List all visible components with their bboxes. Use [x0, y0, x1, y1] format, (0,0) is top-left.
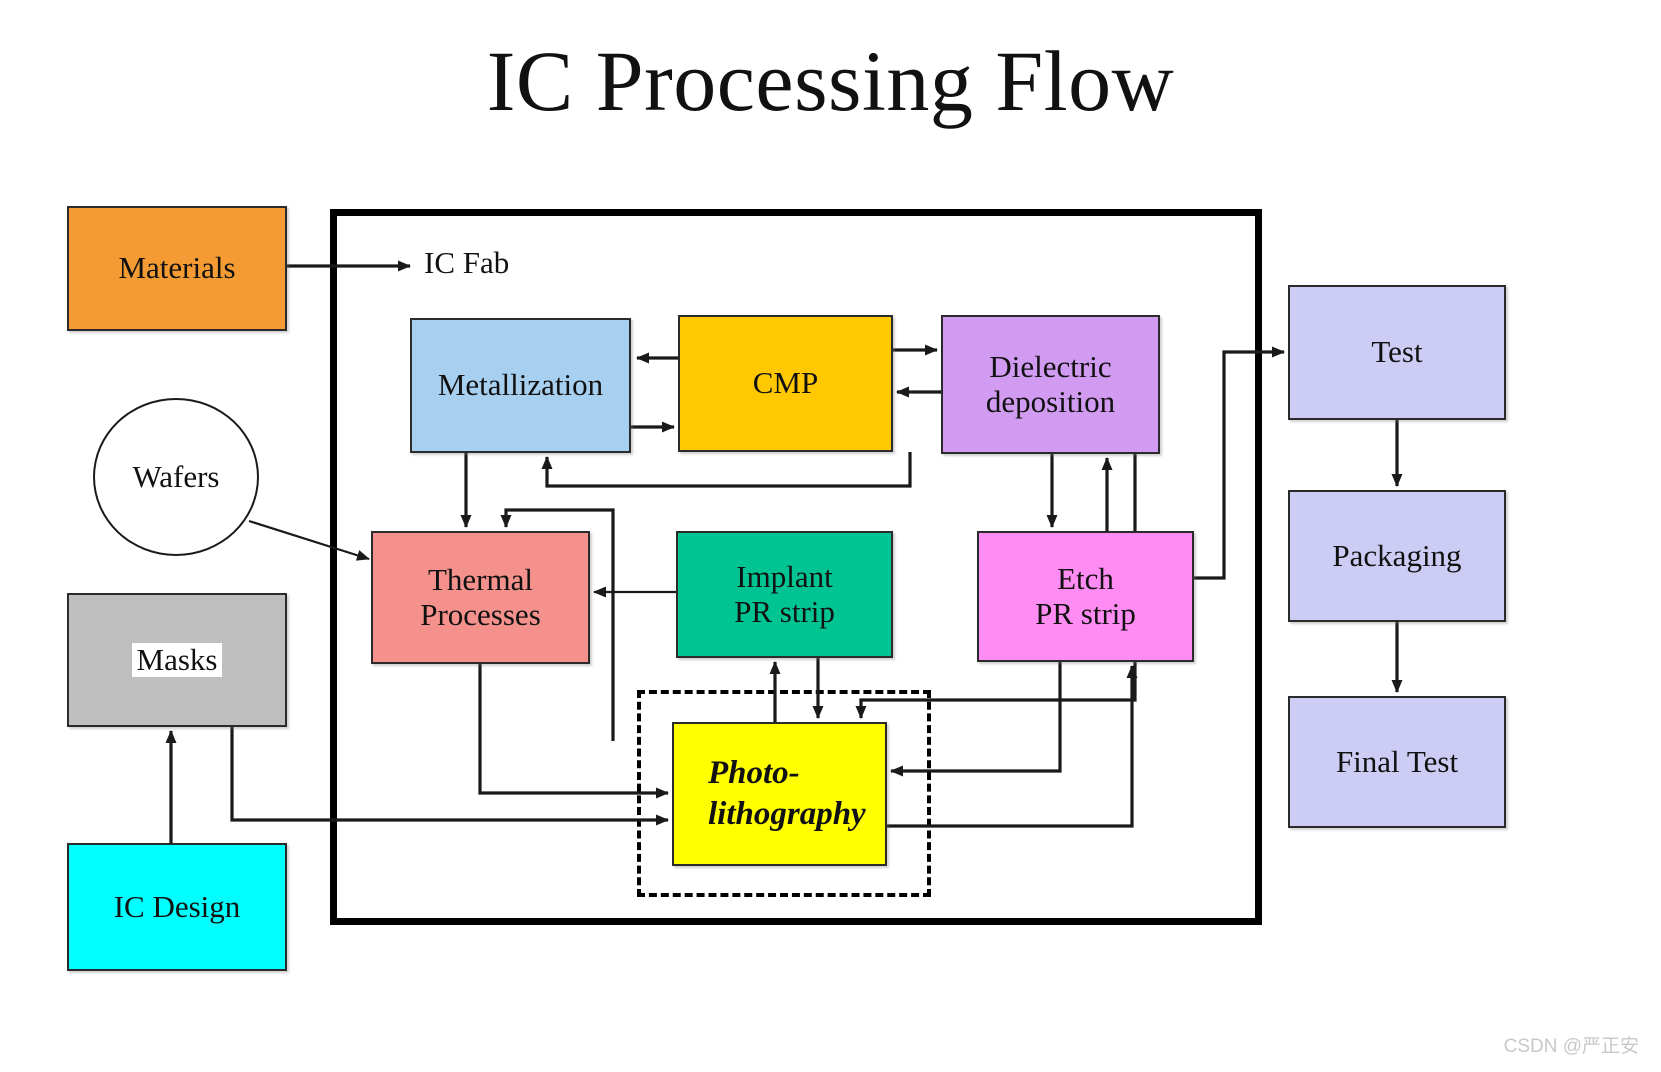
node-line: Thermal	[427, 561, 533, 597]
node-line: PR strip	[1035, 595, 1136, 631]
node-line: CMP	[752, 365, 819, 401]
node-test[interactable]: Test	[1288, 285, 1506, 420]
node-cmp[interactable]: CMP	[678, 315, 893, 452]
ic-fab-label: IC Fab	[424, 245, 510, 280]
node-line: lithography	[708, 796, 866, 832]
node-line: Processes	[420, 596, 541, 632]
node-label-photolithography: Photo-lithography	[690, 753, 885, 836]
node-thermal[interactable]: Thermal Processes	[371, 531, 590, 664]
node-line: Masks	[136, 641, 218, 677]
node-line: Wafers	[132, 459, 220, 494]
node-label-ic-design: IC Design	[113, 888, 241, 925]
node-dielectric[interactable]: Dielectric deposition	[941, 315, 1160, 454]
node-label-final-test: Final Test	[1335, 743, 1459, 780]
node-label-test: Test	[1371, 334, 1423, 370]
node-ic-design[interactable]: IC Design	[67, 843, 287, 971]
page-title: IC Processing Flow	[486, 33, 1175, 129]
node-wafers[interactable]: Wafers	[93, 398, 259, 556]
node-photolithography[interactable]: Photo-lithography	[672, 722, 887, 866]
node-label-packaging: Packaging	[1332, 537, 1462, 574]
watermark: CSDN @严正安	[1503, 1036, 1639, 1057]
node-line: IC Design	[113, 888, 241, 924]
node-line: Photo-	[708, 754, 800, 791]
node-line: Etch	[1057, 560, 1114, 596]
diagram-canvas: IC Processing Flow IC Fab Materials Wafe…	[0, 0, 1661, 1072]
node-etch[interactable]: Etch PR strip	[977, 531, 1194, 662]
node-metallization[interactable]: Metallization	[410, 318, 631, 453]
node-line: Final Test	[1335, 743, 1459, 779]
node-line: deposition	[985, 383, 1116, 419]
node-line: Packaging	[1332, 537, 1462, 573]
node-packaging[interactable]: Packaging	[1288, 490, 1506, 622]
node-line: Metallization	[437, 367, 604, 403]
node-line: Test	[1371, 334, 1423, 370]
node-label-dielectric: Dielectric deposition	[985, 348, 1116, 419]
node-line: Implant	[736, 558, 833, 594]
node-line: Materials	[118, 250, 236, 286]
node-label-etch: Etch PR strip	[1035, 560, 1136, 631]
node-masks[interactable]: Masks	[67, 593, 287, 727]
node-line: PR strip	[734, 593, 835, 629]
node-implant[interactable]: Implant PR strip	[676, 531, 893, 658]
node-line: Dielectric	[989, 348, 1112, 384]
node-label-metallization: Metallization	[437, 367, 604, 403]
node-final-test[interactable]: Final Test	[1288, 696, 1506, 828]
node-materials[interactable]: Materials	[67, 206, 287, 331]
node-label-thermal: Thermal Processes	[420, 561, 541, 632]
node-label-cmp: CMP	[752, 365, 819, 401]
node-label-wafers: Wafers	[132, 459, 219, 495]
node-label-masks: Masks	[131, 641, 223, 678]
node-label-materials: Materials	[118, 250, 236, 286]
node-label-implant: Implant PR strip	[734, 558, 835, 629]
